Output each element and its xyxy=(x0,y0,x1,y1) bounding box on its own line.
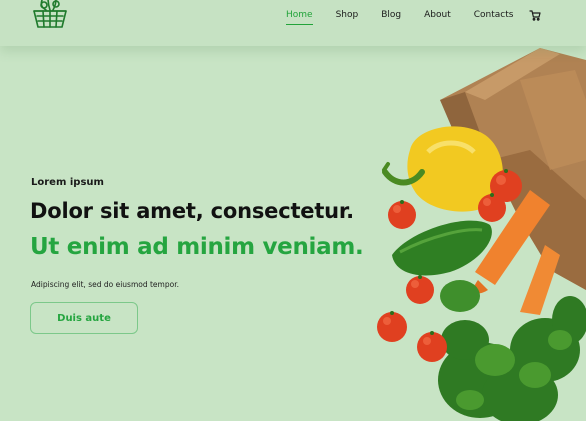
cta-button[interactable]: Duis aute xyxy=(30,302,138,334)
hero-headline: Dolor sit amet, consectetur. xyxy=(30,199,354,223)
nav-home[interactable]: Home xyxy=(286,9,313,25)
hero-description: Adipiscing elit, sed do eiusmod tempor. xyxy=(31,280,179,289)
grocery-bag-image xyxy=(377,48,586,421)
cart-icon[interactable] xyxy=(529,9,542,21)
basket-logo-icon[interactable] xyxy=(28,0,72,32)
site-header: Home Shop Blog About Contacts xyxy=(0,0,586,46)
hero-eyebrow: Lorem ipsum xyxy=(31,177,104,188)
nav-blog[interactable]: Blog xyxy=(381,9,401,21)
nav-about[interactable]: About xyxy=(424,9,451,21)
nav-contacts[interactable]: Contacts xyxy=(474,9,514,21)
hero-subheadline: Ut enim ad minim veniam. xyxy=(30,234,364,260)
nav-shop[interactable]: Shop xyxy=(336,9,359,21)
main-nav: Home Shop Blog About Contacts xyxy=(286,8,542,25)
